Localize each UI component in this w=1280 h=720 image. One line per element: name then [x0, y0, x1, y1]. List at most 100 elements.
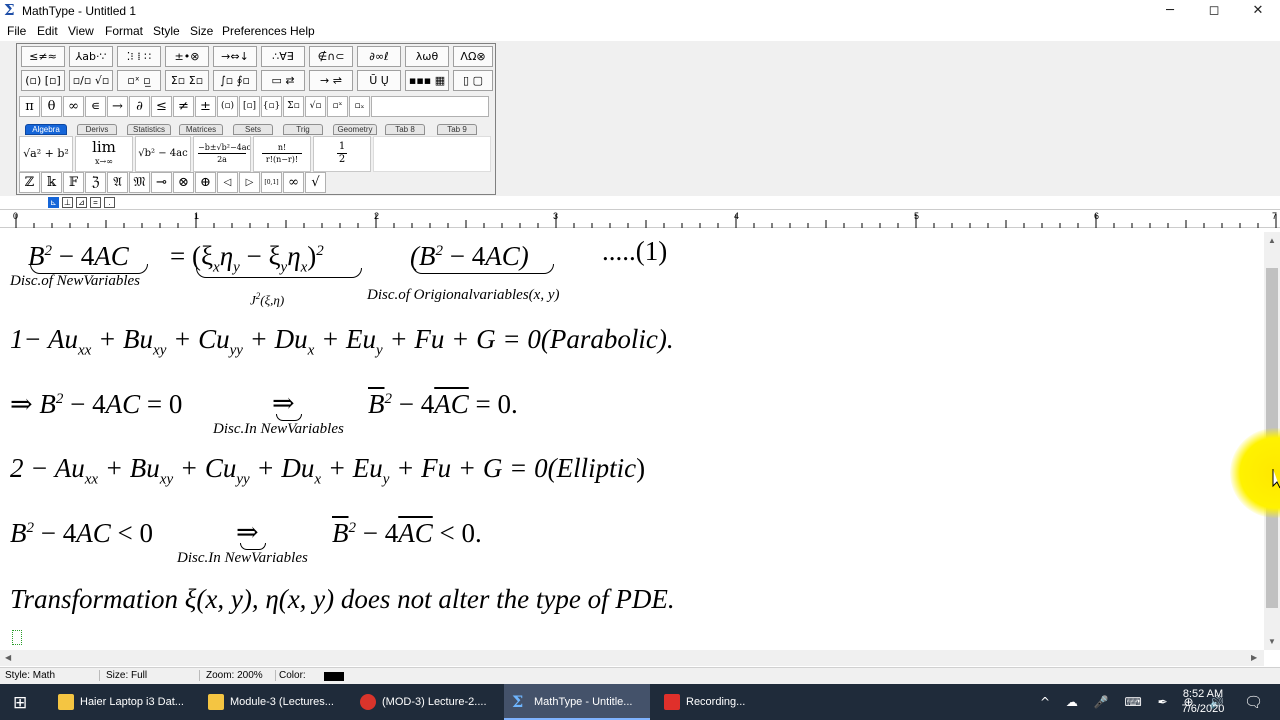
- tab-matrices[interactable]: Matrices: [179, 124, 223, 135]
- integral-templates-button[interactable]: ∫▫ ∮▫: [213, 70, 257, 91]
- products-set-templates-button[interactable]: Ū Ų: [357, 70, 401, 91]
- double-struck-z-button[interactable]: ℤ: [19, 172, 40, 193]
- taskbar-item-recording[interactable]: Recording...: [656, 684, 802, 720]
- decimal-tab-icon[interactable]: .: [104, 197, 115, 208]
- embellishments-button[interactable]: ⁚⁝ ⁞ ∷: [117, 46, 161, 67]
- tab-statistics[interactable]: Statistics: [127, 124, 171, 135]
- greek-lower-button[interactable]: λωθ: [405, 46, 449, 67]
- tab-derivs[interactable]: Derivs: [77, 124, 117, 135]
- multimap-symbol-button[interactable]: ⊸: [151, 172, 172, 193]
- double-struck-f-button[interactable]: 𝔽: [63, 172, 84, 193]
- set-theory-symbols-button[interactable]: ∉∩⊂: [309, 46, 353, 67]
- subscript-template-button[interactable]: ▫ₓ: [349, 96, 370, 117]
- taskbar-item-haier[interactable]: Haier Laptop i3 Dat...: [50, 684, 196, 720]
- spaces-ellipses-button[interactable]: ⅄ab·∵: [69, 46, 113, 67]
- summation-templates-button[interactable]: Σ▫ Σ▫: [165, 70, 209, 91]
- menu-help[interactable]: Help: [290, 24, 315, 38]
- menu-preferences[interactable]: Preferences: [222, 24, 287, 38]
- scroll-left-icon[interactable]: ◀: [5, 653, 11, 662]
- menu-file[interactable]: File: [7, 24, 26, 38]
- infinity-symbol-button[interactable]: ∞: [63, 96, 84, 117]
- fraktur-m-button[interactable]: 𝔐: [129, 172, 150, 193]
- circle-times-button[interactable]: ⊗: [173, 172, 194, 193]
- menu-edit[interactable]: Edit: [37, 24, 58, 38]
- left-triangle-button[interactable]: ◁: [217, 172, 238, 193]
- tab-geometry[interactable]: Geometry: [333, 124, 377, 135]
- braces-template-button[interactable]: {▫}: [261, 96, 282, 117]
- pi-symbol-button[interactable]: π: [19, 96, 40, 117]
- labeled-arrow-templates-button[interactable]: → ⇌: [309, 70, 353, 91]
- menu-style[interactable]: Style: [153, 24, 180, 38]
- relation-tab-icon[interactable]: =: [90, 197, 101, 208]
- circle-plus-button[interactable]: ⊕: [195, 172, 216, 193]
- matrix-templates-button[interactable]: ▪▪▪ ▦: [405, 70, 449, 91]
- maximize-button[interactable]: ◻: [1192, 0, 1236, 22]
- less-equal-symbol-button[interactable]: ≤: [151, 96, 172, 117]
- element-of-symbol-button[interactable]: ∊: [85, 96, 106, 117]
- logical-symbols-button[interactable]: ∴∀∃: [261, 46, 305, 67]
- ruler-label: 4: [734, 211, 740, 221]
- superscript-template-button[interactable]: ▫ˣ: [327, 96, 348, 117]
- double-struck-k-button[interactable]: 𝕜: [41, 172, 62, 193]
- taskbar-clock[interactable]: 8:52 AM 7/6/2020: [1172, 687, 1234, 717]
- tab-9[interactable]: Tab 9: [437, 124, 477, 135]
- expr-pythagoras-button[interactable]: √a² + b²: [19, 136, 73, 172]
- taskbar-item-mathtype[interactable]: Σ MathType - Untitle...: [504, 684, 650, 720]
- insertion-slot[interactable]: [12, 630, 22, 645]
- brackets-template-button[interactable]: [▫]: [239, 96, 260, 117]
- fraction-radical-templates-button[interactable]: ▫/▫ √▫: [69, 70, 113, 91]
- horizontal-scrollbar[interactable]: [0, 650, 1264, 666]
- infinity-button[interactable]: ∞: [283, 172, 304, 193]
- menu-size[interactable]: Size: [190, 24, 213, 38]
- partial-symbol-button[interactable]: ∂: [129, 96, 150, 117]
- scroll-right-icon[interactable]: ▶: [1251, 653, 1257, 662]
- right-arrow-symbol-button[interactable]: →: [107, 96, 128, 117]
- radical-button[interactable]: √: [305, 172, 326, 193]
- box-templates-button[interactable]: ▯ ▢: [453, 70, 493, 91]
- operator-symbols-button[interactable]: ±•⊗: [165, 46, 209, 67]
- ruler[interactable]: 0 1 2 3 4 5 6 7: [0, 209, 1280, 228]
- plus-minus-symbol-button[interactable]: ±: [195, 96, 216, 117]
- taskbar-item-module3[interactable]: Module-3 (Lectures...: [200, 684, 346, 720]
- center-tab-icon[interactable]: ⊥: [62, 197, 73, 208]
- right-triangle-button[interactable]: ▷: [239, 172, 260, 193]
- subscript-superscript-templates-button[interactable]: ▫ˣ ▫̲: [117, 70, 161, 91]
- status-color-swatch[interactable]: [324, 672, 344, 681]
- not-equal-symbol-button[interactable]: ≠: [173, 96, 194, 117]
- expr-limit-button[interactable]: lim x→∞: [75, 136, 133, 172]
- scroll-up-icon[interactable]: ▲: [1268, 236, 1276, 245]
- misc-symbols-button[interactable]: ∂∞ℓ: [357, 46, 401, 67]
- equation-editor-canvas[interactable]: B2 − 4AC = (ξxηy − ξyηx)2 (B2 − 4AC) ...…: [0, 228, 1264, 650]
- expr-combination-button[interactable]: n! r!(n−r)!: [253, 136, 311, 172]
- menu-format[interactable]: Format: [105, 24, 143, 38]
- expr-discriminant-button[interactable]: √b² − 4ac: [135, 136, 191, 172]
- fence-templates-button[interactable]: (▫) [▫]: [21, 70, 65, 91]
- greek-upper-button[interactable]: ΛΩ⊗: [453, 46, 493, 67]
- right-tab-icon[interactable]: ⊿: [76, 197, 87, 208]
- sqrt-template-button[interactable]: √▫: [305, 96, 326, 117]
- arrow-symbols-button[interactable]: →⇔↓: [213, 46, 257, 67]
- fraktur-a-button[interactable]: 𝔄: [107, 172, 128, 193]
- tab-trig[interactable]: Trig: [283, 124, 323, 135]
- window-title: MathType - Untitled 1: [22, 4, 137, 18]
- interval-template-button[interactable]: [0,1]: [261, 172, 282, 193]
- menu-view[interactable]: View: [68, 24, 94, 38]
- expr-quadratic-formula-button[interactable]: −b±√b²−4ac 2a: [193, 136, 251, 172]
- tab-8[interactable]: Tab 8: [385, 124, 425, 135]
- tab-sets[interactable]: Sets: [233, 124, 273, 135]
- tab-algebra[interactable]: Algebra: [25, 124, 67, 135]
- theta-symbol-button[interactable]: θ: [41, 96, 62, 117]
- underbar-overbar-templates-button[interactable]: ▭ ⇄: [261, 70, 305, 91]
- scroll-down-icon[interactable]: ▼: [1268, 637, 1276, 646]
- fraktur-z-button[interactable]: ℨ: [85, 172, 106, 193]
- close-button[interactable]: ✕: [1236, 0, 1280, 22]
- parentheses-template-button[interactable]: (▫): [217, 96, 238, 117]
- expr-half-button[interactable]: 1 2: [313, 136, 371, 172]
- windows-start-icon[interactable]: ⊞: [13, 693, 27, 713]
- minimize-button[interactable]: ─: [1148, 0, 1192, 22]
- taskbar-item-lecture[interactable]: (MOD-3) Lecture-2....: [352, 684, 498, 720]
- left-tab-icon[interactable]: ⊾: [48, 197, 59, 208]
- notification-icon[interactable]: 🗨: [1244, 684, 1263, 720]
- sum-template-button[interactable]: Σ▫: [283, 96, 304, 117]
- relational-symbols-button[interactable]: ≤≠≈: [21, 46, 65, 67]
